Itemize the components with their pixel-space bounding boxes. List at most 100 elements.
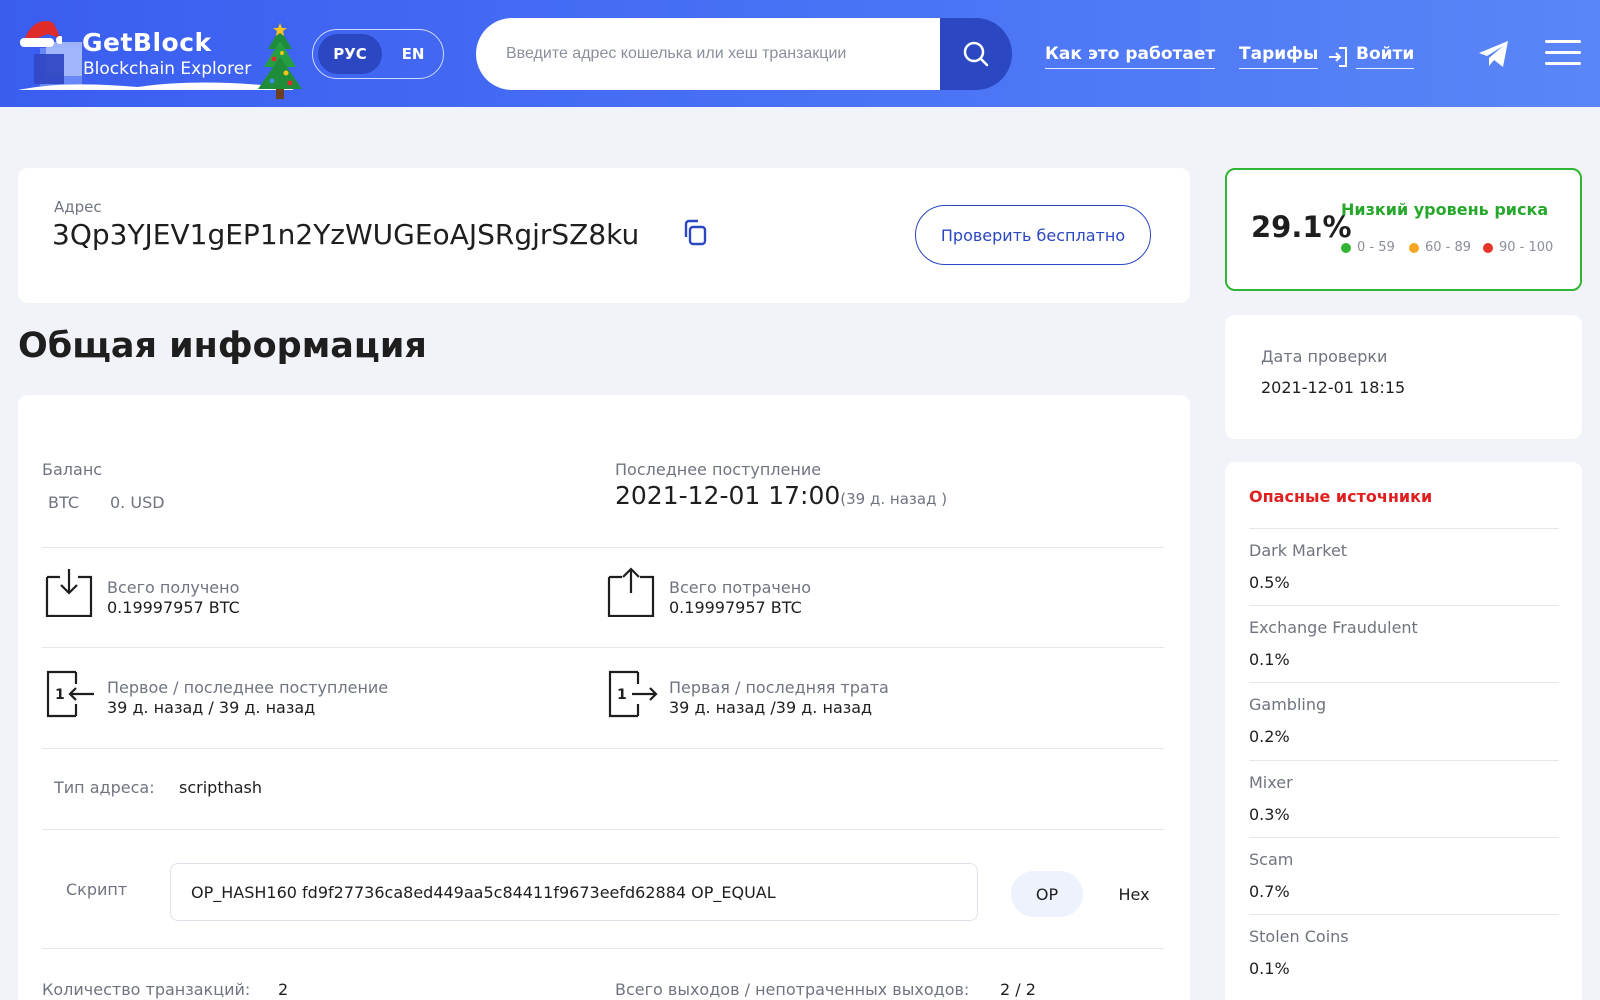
script-field[interactable]: OP_HASH160 fd9f27736ca8ed449aa5c84411f96…: [170, 863, 978, 921]
lang-ru-button[interactable]: РУС: [318, 34, 382, 74]
lang-en-button[interactable]: EN: [387, 34, 439, 74]
telegram-icon[interactable]: [1478, 39, 1510, 69]
script-op-button[interactable]: OP: [1011, 871, 1083, 917]
menu-icon-line: [1545, 62, 1581, 65]
script-label: Скрипт: [66, 880, 128, 899]
list-item: Exchange Fraudulent 0.1%: [1249, 605, 1559, 682]
list-item: Stolen Coins 0.1%: [1249, 914, 1559, 991]
legend-mid: 60 - 89: [1409, 240, 1471, 255]
last-incoming-ago: (39 д. назад ): [840, 490, 948, 508]
outputs-value: 2 / 2: [1000, 980, 1036, 999]
total-received-value: 0.19997957 BTC: [107, 598, 240, 617]
risk-level-label: Низкий уровень риска: [1341, 200, 1549, 219]
nav-how-it-works[interactable]: Как это работает: [1045, 44, 1216, 69]
risk-score-card: 29.1% Низкий уровень риска 0 - 59 60 - 8…: [1225, 168, 1582, 291]
first-last-incoming-icon: 1: [46, 670, 94, 718]
list-item: Gambling 0.2%: [1249, 682, 1559, 759]
general-info-card: Баланс BTC 0. USD Последнее поступление …: [18, 395, 1190, 1000]
language-switch: РУС EN: [312, 29, 444, 79]
total-spent-value: 0.19997957 BTC: [669, 598, 802, 617]
total-spent-label: Всего потрачено: [669, 578, 811, 597]
tx-count-value: 2: [278, 980, 289, 999]
upload-box-icon: [607, 567, 655, 617]
divider: [42, 748, 1164, 749]
source-name: Scam: [1249, 850, 1294, 869]
logo-title: GetBlock: [82, 28, 212, 57]
search-input[interactable]: [476, 18, 941, 90]
check-free-button[interactable]: Проверить бесплатно: [915, 205, 1151, 265]
first-last-incoming-label: Первое / последнее поступление: [107, 678, 389, 697]
check-date-label: Дата проверки: [1261, 347, 1388, 366]
script-hex-button[interactable]: Hex: [1104, 871, 1164, 917]
address-type-label: Тип адреса:: [54, 778, 155, 797]
source-value: 0.5%: [1249, 573, 1290, 592]
balance-value: 0. USD: [110, 493, 165, 512]
nav-tariffs[interactable]: Тарифы: [1239, 44, 1319, 69]
sources-title: Опасные источники: [1249, 487, 1433, 506]
balance-label: Баланс: [42, 460, 103, 479]
christmas-tree-icon: [258, 23, 302, 99]
green-dot-icon: [1341, 242, 1351, 253]
check-date-value: 2021-12-01 18:15: [1261, 378, 1406, 397]
svg-text:1: 1: [55, 687, 65, 703]
page-title: Общая информация: [18, 326, 427, 366]
source-name: Stolen Coins: [1249, 927, 1349, 946]
first-last-incoming-value: 39 д. назад / 39 д. назад: [107, 698, 316, 717]
menu-burger-button[interactable]: [1545, 40, 1581, 68]
source-name: Gambling: [1249, 695, 1327, 714]
source-value: 0.7%: [1249, 882, 1290, 901]
source-value: 0.1%: [1249, 650, 1290, 669]
tx-count-label: Количество транзакций:: [42, 980, 251, 999]
search-button[interactable]: [940, 18, 1012, 90]
source-value: 0.3%: [1249, 805, 1290, 824]
legend-high: 90 - 100: [1483, 240, 1553, 255]
legend-mid-text: 60 - 89: [1425, 240, 1472, 255]
logo-subtitle: Blockchain Explorer: [83, 59, 252, 79]
download-box-icon: [45, 569, 93, 617]
last-incoming-date-value: 2021-12-01 17:00: [615, 481, 841, 510]
getblock-logo[interactable]: GetBlock Blockchain Explorer: [18, 16, 302, 99]
legend-low: 0 - 59: [1341, 240, 1395, 255]
dangerous-sources-card: Опасные источники Dark Market 0.5% Excha…: [1225, 462, 1582, 1000]
total-received-label: Всего получено: [107, 578, 240, 597]
divider: [42, 948, 1164, 949]
divider: [42, 829, 1164, 830]
nav-login[interactable]: Войти: [1356, 44, 1415, 69]
list-item: Mixer 0.3%: [1249, 760, 1559, 837]
login-icon: [1329, 47, 1347, 67]
orange-dot-icon: [1409, 242, 1419, 253]
first-last-spend-value: 39 д. назад /39 д. назад: [669, 698, 873, 717]
divider: [42, 647, 1164, 648]
list-item: Scam 0.7%: [1249, 837, 1559, 914]
first-last-spend-label: Первая / последняя трата: [669, 678, 889, 697]
balance-btc-label: BTC: [48, 493, 79, 512]
source-value: 0.2%: [1249, 727, 1290, 746]
divider: [42, 547, 1164, 548]
search-icon: [963, 41, 989, 67]
address-label: Адрес: [54, 198, 102, 216]
first-last-spend-icon: 1: [608, 670, 658, 718]
source-name: Dark Market: [1249, 541, 1348, 560]
address-value: 3Qp3YJEV1gEP1n2YzWUGEoAJSRgjrSZ8ku: [52, 218, 640, 251]
address-card: Адрес 3Qp3YJEV1gEP1n2YzWUGEoAJSRgjrSZ8ku…: [18, 168, 1190, 303]
copy-icon[interactable]: [680, 218, 712, 248]
legend-high-text: 90 - 100: [1499, 240, 1554, 255]
snow-ground: [18, 82, 293, 90]
outputs-label: Всего выходов / непотраченных выходов:: [615, 980, 970, 999]
source-name: Exchange Fraudulent: [1249, 618, 1418, 637]
svg-text:1: 1: [617, 687, 627, 703]
menu-icon-line: [1545, 40, 1581, 43]
risk-percent: 29.1%: [1251, 210, 1352, 244]
last-incoming-date: 2021-12-01 17:00(39 д. назад ): [615, 481, 947, 510]
list-item: Dark Market 0.5%: [1249, 528, 1559, 605]
top-header: GetBlock Blockchain Explorer РУС EN Как …: [0, 0, 1600, 107]
last-incoming-label: Последнее поступление: [615, 460, 822, 479]
address-type-value: scripthash: [179, 778, 263, 797]
source-value: 0.1%: [1249, 959, 1290, 978]
menu-icon-line: [1545, 51, 1581, 54]
check-date-card: Дата проверки 2021-12-01 18:15: [1225, 315, 1582, 439]
source-name: Mixer: [1249, 773, 1293, 792]
legend-low-text: 0 - 59: [1357, 240, 1395, 255]
santa-hat-icon: [20, 20, 62, 47]
red-dot-icon: [1483, 242, 1493, 253]
